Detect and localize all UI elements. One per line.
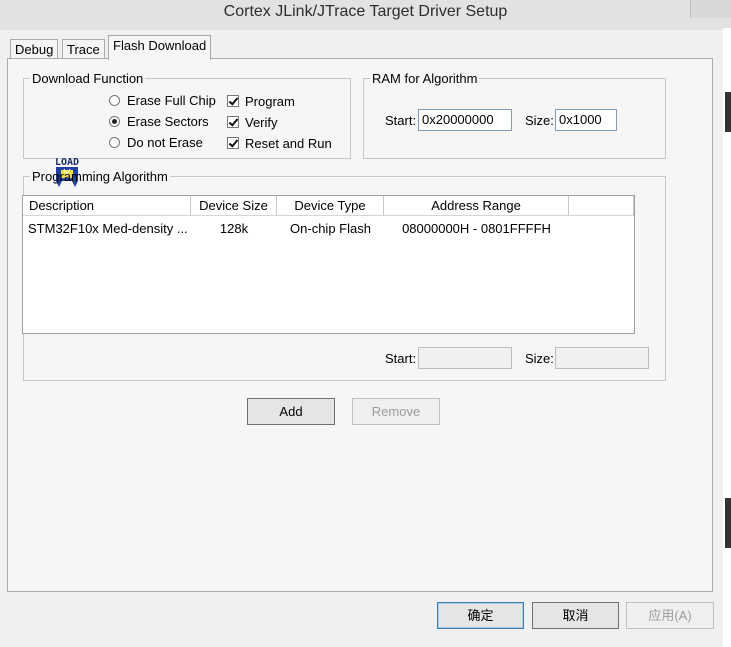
apply-button[interactable]: 应用(A) [626, 602, 714, 629]
cell-address-range: 08000000H - 0801FFFFH [402, 221, 551, 236]
tab-debug[interactable]: Debug [10, 39, 59, 60]
algo-start-label: Start: [385, 351, 417, 366]
checkbox-indicator [227, 116, 239, 128]
algorithm-list[interactable]: Description Device Size Device Type Addr… [22, 195, 635, 334]
program-checkbox[interactable]: Program [227, 92, 295, 110]
tab-panel: Download Function LOAD Erase Full Chip E… [7, 58, 713, 592]
reset-and-run-checkbox[interactable]: Reset and Run [227, 134, 332, 152]
background-window-edge [723, 28, 731, 647]
load-icon-text: LOAD [55, 157, 79, 168]
verify-checkbox[interactable]: Verify [227, 113, 278, 131]
erase-full-chip-label: Erase Full Chip [127, 92, 216, 108]
checkbox-indicator [227, 137, 239, 149]
download-function-legend: Download Function [32, 71, 144, 86]
verify-label: Verify [245, 114, 278, 130]
table-row[interactable]: STM32F10x Med-density ... 128k On-chip F… [23, 220, 569, 238]
ram-start-label: Start: [385, 113, 417, 128]
do-not-erase-radio[interactable]: Do not Erase [109, 133, 203, 151]
algo-start-input[interactable] [418, 347, 512, 369]
cell-device-size: 128k [219, 221, 249, 236]
radio-indicator [109, 94, 120, 106]
tab-trace[interactable]: Trace [62, 39, 105, 60]
ram-for-algorithm-legend: RAM for Algorithm [372, 71, 478, 86]
ok-button[interactable]: 确定 [437, 602, 524, 629]
title-bar: Cortex JLink/JTrace Target Driver Setup [0, 0, 731, 30]
column-address-range[interactable]: Address Range [384, 196, 569, 216]
erase-full-chip-radio[interactable]: Erase Full Chip [109, 91, 216, 109]
checkbox-indicator [227, 95, 239, 107]
programming-algorithm-legend: Programming Algorithm [32, 169, 168, 184]
cancel-button[interactable]: 取消 [532, 602, 619, 629]
erase-sectors-radio[interactable]: Erase Sectors [109, 112, 209, 130]
cell-description: STM32F10x Med-density ... [28, 221, 188, 236]
radio-indicator [109, 115, 120, 127]
close-button[interactable] [690, 0, 731, 18]
cell-device-type: On-chip Flash [290, 221, 371, 236]
radio-indicator [109, 136, 120, 148]
column-description[interactable]: Description [23, 196, 191, 216]
ram-size-input[interactable]: 0x1000 [555, 109, 617, 131]
add-button[interactable]: Add [247, 398, 335, 425]
tab-flash-download[interactable]: Flash Download [108, 35, 212, 60]
ram-size-label: Size: [525, 113, 554, 128]
algo-size-label: Size: [525, 351, 554, 366]
window-title: Cortex JLink/JTrace Target Driver Setup [223, 3, 508, 20]
remove-button[interactable]: Remove [352, 398, 440, 425]
column-device-type[interactable]: Device Type [277, 196, 384, 216]
column-filler [569, 196, 634, 216]
list-header: Description Device Size Device Type Addr… [23, 196, 634, 216]
program-label: Program [245, 93, 295, 109]
erase-sectors-label: Erase Sectors [127, 113, 209, 129]
algo-size-input[interactable] [555, 347, 649, 369]
reset-and-run-label: Reset and Run [245, 135, 332, 151]
do-not-erase-label: Do not Erase [127, 134, 203, 150]
ram-start-input[interactable]: 0x20000000 [418, 109, 512, 131]
column-device-size[interactable]: Device Size [191, 196, 277, 216]
